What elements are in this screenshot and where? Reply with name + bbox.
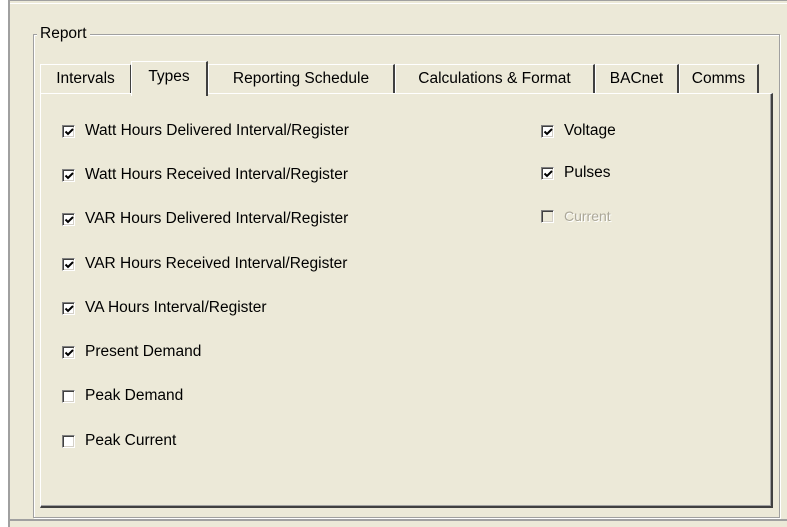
checkbox-box[interactable] — [62, 168, 75, 182]
tab-comms[interactable]: Comms — [679, 64, 759, 94]
checkbox-label: Voltage — [564, 122, 616, 139]
peak-current-checkbox[interactable]: Peak Current — [62, 430, 176, 452]
tab-intervals[interactable]: Intervals — [40, 64, 132, 94]
tab-types[interactable]: Types — [131, 61, 208, 96]
checkbox-label: Watt Hours Received Interval/Register — [85, 166, 349, 183]
checkmark-icon — [64, 260, 74, 268]
checkbox-box[interactable] — [62, 212, 75, 226]
checkbox-label: VA Hours Interval/Register — [85, 299, 267, 316]
report-groupbox-title: Report — [37, 24, 90, 44]
checkbox-label: Peak Current — [85, 432, 177, 449]
window-top-border — [10, 0, 787, 4]
peak-demand-checkbox[interactable]: Peak Demand — [62, 385, 183, 407]
va-hours-checkbox[interactable]: VA Hours Interval/Register — [62, 297, 266, 319]
checkbox-box[interactable] — [541, 166, 554, 180]
checkbox-label: VAR Hours Delivered Interval/Register — [85, 210, 349, 227]
checkbox-label: Current — [564, 208, 611, 224]
window-bottom-border — [10, 519, 787, 521]
tab-calculations-format[interactable]: Calculations & Format — [395, 64, 595, 94]
checkmark-icon — [64, 304, 74, 312]
current-checkbox: Current — [541, 205, 611, 227]
checkbox-label: Pulses — [564, 164, 611, 181]
checkmark-icon — [64, 215, 74, 223]
checkbox-box — [541, 209, 554, 223]
tab-bacnet[interactable]: BACnet — [595, 64, 679, 94]
present-demand-checkbox[interactable]: Present Demand — [62, 341, 201, 363]
var-hours-received-checkbox[interactable]: VAR Hours Received Interval/Register — [62, 253, 347, 275]
window-left-border — [8, 0, 10, 527]
checkbox-box[interactable] — [62, 389, 75, 403]
tab-reporting-schedule[interactable]: Reporting Schedule — [208, 64, 395, 94]
checkbox-box[interactable] — [62, 434, 75, 448]
checkmark-icon — [64, 171, 74, 179]
checkmark-icon — [543, 127, 553, 135]
checkbox-box[interactable] — [62, 301, 75, 315]
watt-hours-delivered-checkbox[interactable]: Watt Hours Delivered Interval/Register — [62, 120, 349, 142]
checkmark-icon — [64, 127, 74, 135]
checkbox-box[interactable] — [541, 124, 554, 138]
voltage-checkbox[interactable]: Voltage — [541, 120, 616, 142]
checkbox-box[interactable] — [62, 124, 75, 138]
checkbox-box[interactable] — [62, 345, 75, 359]
checkbox-label: VAR Hours Received Interval/Register — [85, 255, 348, 272]
checkbox-label: Watt Hours Delivered Interval/Register — [85, 122, 349, 139]
checkmark-icon — [64, 348, 74, 356]
pulses-checkbox[interactable]: Pulses — [541, 162, 611, 184]
checkbox-box[interactable] — [62, 257, 75, 271]
types-tab-panel: Watt Hours Delivered Interval/Register W… — [40, 93, 773, 508]
var-hours-delivered-checkbox[interactable]: VAR Hours Delivered Interval/Register — [62, 208, 348, 230]
checkbox-label: Peak Demand — [85, 387, 184, 404]
checkmark-icon — [543, 169, 553, 177]
checkbox-label: Present Demand — [85, 343, 202, 360]
watt-hours-received-checkbox[interactable]: Watt Hours Received Interval/Register — [62, 164, 348, 186]
